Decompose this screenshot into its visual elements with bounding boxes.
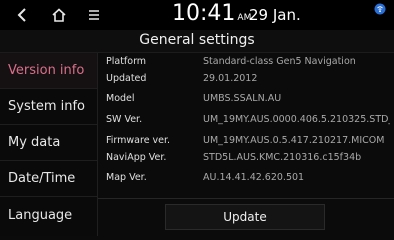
divider bbox=[98, 198, 394, 199]
clock-date: 29 Jan. bbox=[249, 6, 301, 24]
menu-icon[interactable] bbox=[84, 4, 104, 26]
info-row-map-version: Map Ver. AU.14.41.42.620.501 bbox=[98, 172, 394, 189]
sidebar: Version info System info My data Date/Ti… bbox=[0, 53, 98, 236]
info-label: NaviApp Ver. bbox=[106, 152, 167, 163]
info-value: UMBS.SSALN.AU bbox=[203, 93, 282, 104]
info-label: Model bbox=[106, 93, 135, 104]
info-row-sw-version: SW Ver. UM_19MY.AUS.0000.406.5.210325.ST… bbox=[98, 114, 394, 131]
title-bar: General settings bbox=[0, 30, 394, 53]
sidebar-item-date-time[interactable]: Date/Time bbox=[0, 161, 97, 197]
info-label: Map Ver. bbox=[106, 172, 147, 183]
info-value: STD5L.AUS.KMC.210316.c15f34b bbox=[203, 152, 362, 163]
sidebar-item-label: System info bbox=[8, 99, 85, 114]
info-label: Platform bbox=[106, 56, 147, 67]
back-arrow-icon[interactable] bbox=[12, 4, 32, 26]
clock-time: 10:41 AM bbox=[172, 1, 252, 26]
update-button[interactable]: Update bbox=[165, 204, 325, 230]
info-row-updated: Updated 29.01.2012 bbox=[98, 73, 394, 90]
info-label: Firmware ver. bbox=[106, 135, 171, 146]
info-row-model: Model UMBS.SSALN.AU bbox=[98, 93, 394, 110]
sidebar-item-system-info[interactable]: System info bbox=[0, 89, 97, 125]
sidebar-item-label: My data bbox=[8, 135, 61, 150]
sidebar-item-version-info[interactable]: Version info bbox=[0, 53, 97, 89]
info-label: SW Ver. bbox=[106, 114, 143, 125]
info-row-firmware-version: Firmware ver. UM_19MY.AUS.0.5.417.210217… bbox=[98, 135, 394, 152]
page-title: General settings bbox=[139, 32, 255, 48]
home-icon[interactable] bbox=[48, 4, 70, 26]
wireless-status-icon bbox=[373, 2, 387, 16]
sidebar-item-label: Date/Time bbox=[8, 171, 76, 186]
info-label: Updated bbox=[106, 73, 147, 84]
info-value: Standard-class Gen5 Navigation bbox=[203, 56, 356, 67]
sidebar-item-label: Version info bbox=[8, 63, 85, 78]
sidebar-item-language[interactable]: Language bbox=[0, 197, 97, 233]
status-bar: 10:41 AM 29 Jan. bbox=[0, 0, 394, 30]
info-value: UM_19MY.AUS.0.5.417.210217.MICOM bbox=[203, 135, 385, 146]
sidebar-item-my-data[interactable]: My data bbox=[0, 125, 97, 161]
info-value: AU.14.41.42.620.501 bbox=[203, 172, 305, 183]
info-value: UM_19MY.AUS.0000.406.5.210325.STD_M bbox=[203, 114, 390, 125]
info-value: 29.01.2012 bbox=[203, 73, 258, 84]
sidebar-item-label: Language bbox=[8, 207, 73, 223]
info-row-platform: Platform Standard-class Gen5 Navigation bbox=[98, 56, 394, 73]
info-row-naviapp-version: NaviApp Ver. STD5L.AUS.KMC.210316.c15f34… bbox=[98, 152, 394, 169]
